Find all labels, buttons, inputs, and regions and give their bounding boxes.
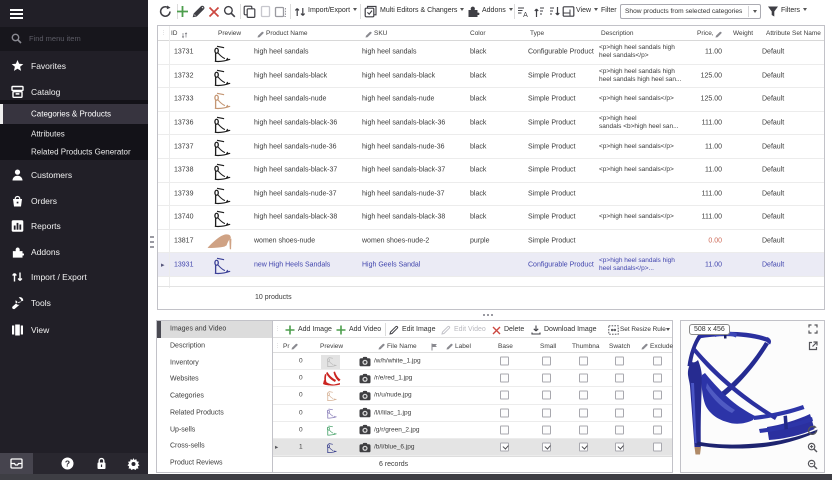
svg-text:?: ? <box>65 458 70 468</box>
svg-text:A: A <box>523 12 528 18</box>
